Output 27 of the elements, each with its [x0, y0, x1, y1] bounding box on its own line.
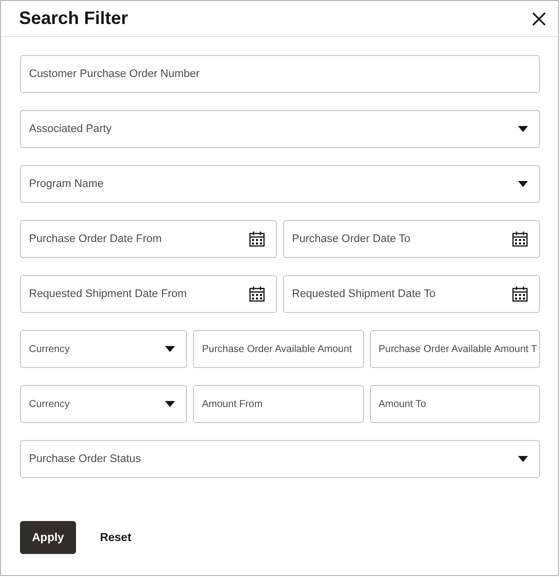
select-field[interactable]: Purchase Order Status: [20, 440, 540, 478]
dropdown-caret-icon[interactable]: [165, 401, 175, 407]
close-icon[interactable]: [532, 12, 546, 26]
input-field[interactable]: Purchase Order Available Amount: [193, 330, 364, 368]
date-field[interactable]: Purchase Order Date To: [283, 220, 540, 258]
date-field[interactable]: Purchase Order Date From: [20, 220, 277, 258]
calendar-icon[interactable]: [249, 231, 265, 247]
input-field[interactable]: Amount From: [193, 385, 364, 423]
dropdown-caret-icon[interactable]: [165, 346, 175, 352]
input-field[interactable]: Customer Purchase Order Number: [20, 55, 540, 93]
date-field[interactable]: Requested Shipment Date To: [283, 275, 540, 313]
calendar-icon[interactable]: [512, 231, 528, 247]
select-field[interactable]: Program Name: [20, 165, 540, 203]
reset-button[interactable]: Reset: [88, 521, 144, 554]
dropdown-caret-icon[interactable]: [518, 181, 528, 187]
select-field[interactable]: Associated Party: [20, 110, 540, 148]
select-field[interactable]: Currency: [20, 330, 187, 368]
apply-button[interactable]: Apply: [20, 521, 76, 554]
select-field[interactable]: Currency: [20, 385, 187, 423]
dropdown-caret-icon[interactable]: [518, 456, 528, 462]
input-field[interactable]: Amount To: [370, 385, 540, 423]
dropdown-caret-icon[interactable]: [518, 126, 528, 132]
calendar-icon[interactable]: [512, 286, 528, 302]
calendar-icon[interactable]: [249, 286, 265, 302]
input-field[interactable]: Purchase Order Available Amount T: [370, 330, 540, 368]
dialog-title: Search Filter: [19, 8, 128, 29]
date-field[interactable]: Requested Shipment Date From: [20, 275, 277, 313]
